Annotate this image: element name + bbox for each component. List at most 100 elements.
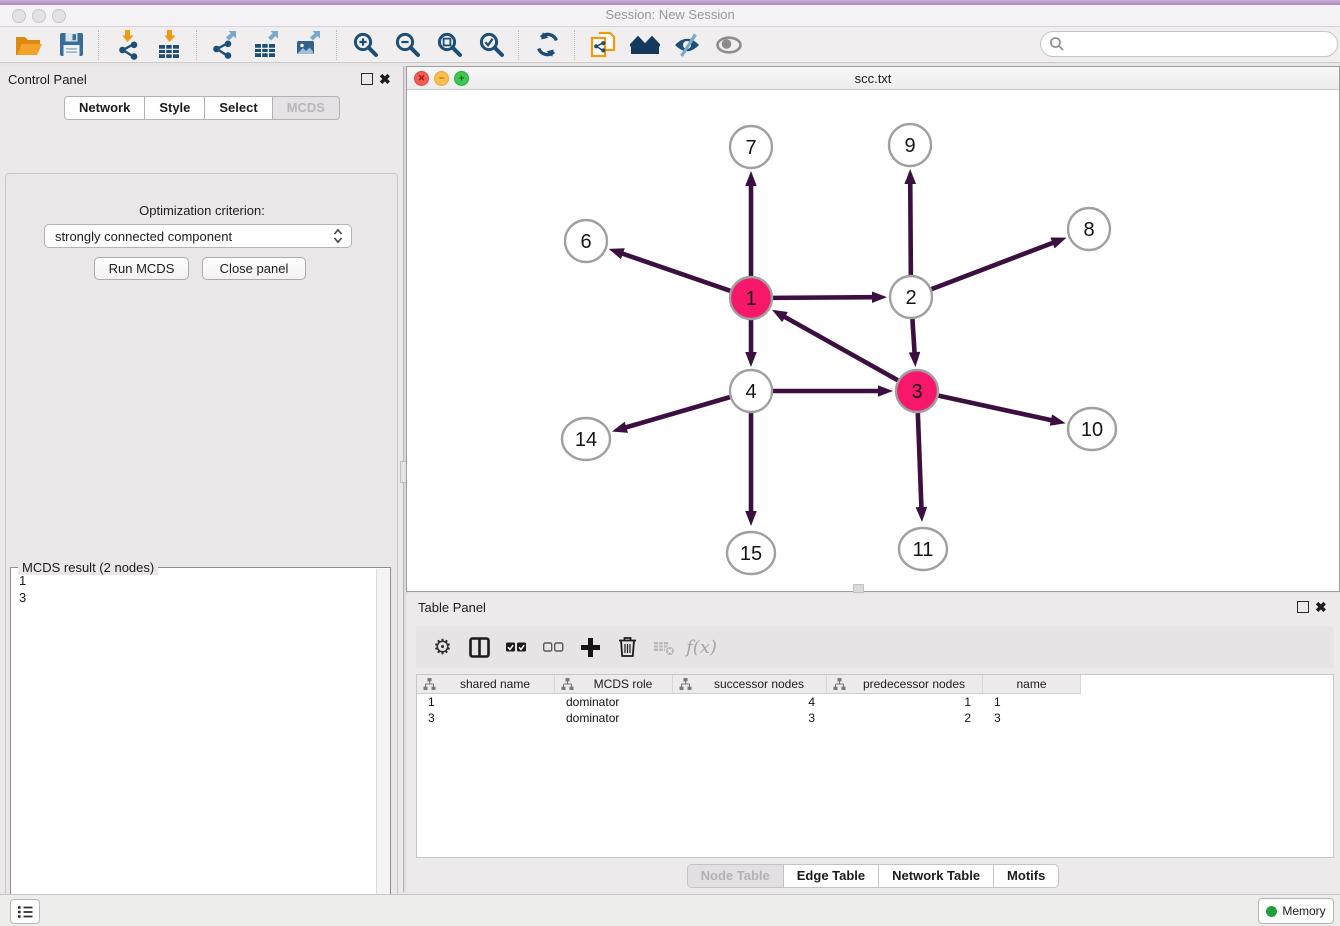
graph-node-7[interactable]: 7 xyxy=(730,126,772,168)
export-image-button[interactable] xyxy=(288,29,330,61)
zoom-fit-button[interactable] xyxy=(428,29,470,61)
zoom-in-button[interactable] xyxy=(344,29,386,61)
graph-node-11[interactable]: 11 xyxy=(899,528,947,570)
mcds-result-list[interactable]: 1 3 xyxy=(12,569,382,926)
graph-node-6[interactable]: 6 xyxy=(565,220,607,262)
task-history-button[interactable] xyxy=(10,899,40,924)
table-row[interactable]: 1dominator411 xyxy=(417,694,1333,710)
home-layout-button[interactable] xyxy=(624,29,666,61)
hide-details-button[interactable] xyxy=(666,29,708,61)
add-button[interactable] xyxy=(572,630,609,664)
criterion-dropdown[interactable]: strongly connected component xyxy=(44,224,352,248)
export-network-button[interactable] xyxy=(204,29,246,61)
graph-node-4[interactable]: 4 xyxy=(730,370,772,412)
edge-3-11[interactable] xyxy=(916,413,928,522)
birdseye-button[interactable] xyxy=(708,29,750,61)
toolbar-separator xyxy=(336,30,338,60)
cell-shared-name[interactable]: 3 xyxy=(417,710,555,726)
close-table-panel-icon[interactable]: ✖ xyxy=(1315,602,1327,612)
svg-text:1: 1 xyxy=(745,288,756,310)
edge-1-4[interactable] xyxy=(745,320,757,367)
function-button[interactable]: f(x) xyxy=(683,630,720,664)
edge-1-7[interactable] xyxy=(745,171,757,276)
edge-4-14[interactable] xyxy=(612,397,730,433)
tab-edge-table[interactable]: Edge Table xyxy=(784,864,879,888)
memory-button[interactable]: Memory xyxy=(1258,898,1334,924)
edge-3-1[interactable] xyxy=(772,310,898,381)
zoom-selected-button[interactable] xyxy=(470,29,512,61)
graph-node-15[interactable]: 15 xyxy=(727,532,775,574)
edge-1-6[interactable] xyxy=(609,248,731,291)
zoom-out-button[interactable] xyxy=(386,29,428,61)
select-all-button[interactable] xyxy=(498,630,535,664)
tab-network-table[interactable]: Network Table xyxy=(879,864,994,888)
tab-style[interactable]: Style xyxy=(145,96,205,120)
clone-network-button[interactable] xyxy=(582,29,624,61)
tab-motifs[interactable]: Motifs xyxy=(994,864,1059,888)
cell-successor-nodes[interactable]: 3 xyxy=(673,710,827,726)
tab-network[interactable]: Network xyxy=(64,96,145,120)
cell-name[interactable]: 3 xyxy=(983,710,1081,726)
tab-mcds[interactable]: MCDS xyxy=(273,96,340,120)
function-icon: f(x) xyxy=(686,637,717,658)
edge-1-2[interactable] xyxy=(773,291,887,303)
float-panel-icon[interactable] xyxy=(361,73,373,85)
cell-MCDS-role[interactable]: dominator xyxy=(555,694,673,710)
svg-text:2: 2 xyxy=(905,287,916,309)
cell-successor-nodes[interactable]: 4 xyxy=(673,694,827,710)
list-icon xyxy=(15,904,35,920)
run-mcds-button[interactable]: Run MCDS xyxy=(94,257,189,280)
edge-3-10[interactable] xyxy=(938,396,1065,426)
deselect-all-button[interactable] xyxy=(535,630,572,664)
table-panel-title: Table Panel xyxy=(418,600,486,615)
clone-network-icon xyxy=(589,31,617,59)
hide-details-icon xyxy=(673,31,701,59)
import-network-button[interactable] xyxy=(106,29,148,61)
save-button[interactable] xyxy=(50,29,92,61)
column-header-MCDS-role[interactable]: MCDS role xyxy=(555,675,673,694)
network-window-titlebar[interactable]: ✕ − + scc.txt xyxy=(407,67,1339,90)
graph-node-8[interactable]: 8 xyxy=(1068,208,1110,250)
edge-2-9[interactable] xyxy=(904,169,916,275)
refresh-button[interactable] xyxy=(526,29,568,61)
cell-predecessor-nodes[interactable]: 1 xyxy=(827,694,983,710)
delete-button[interactable] xyxy=(609,630,646,664)
tab-node-table[interactable]: Node Table xyxy=(687,864,784,888)
edge-2-3[interactable] xyxy=(909,319,921,367)
refresh-icon xyxy=(534,31,561,58)
column-header-successor-nodes[interactable]: successor nodes xyxy=(673,675,827,694)
cell-MCDS-role[interactable]: dominator xyxy=(555,710,673,726)
graph-node-14[interactable]: 14 xyxy=(562,418,610,460)
graph-node-10[interactable]: 10 xyxy=(1068,408,1116,450)
graph-node-3[interactable]: 3 xyxy=(896,370,938,412)
open-button[interactable] xyxy=(8,29,50,61)
svg-text:7: 7 xyxy=(745,137,756,159)
table-tabs: Node TableEdge TableNetwork TableMotifs xyxy=(406,864,1340,888)
columns-button[interactable] xyxy=(461,630,498,664)
graph-node-1[interactable]: 1 xyxy=(730,277,772,319)
delete-column-button[interactable] xyxy=(646,630,683,664)
network-resize-handle[interactable] xyxy=(853,584,864,593)
tab-select[interactable]: Select xyxy=(205,96,272,120)
float-table-panel-icon[interactable] xyxy=(1297,601,1309,613)
column-header-predecessor-nodes[interactable]: predecessor nodes xyxy=(827,675,983,694)
column-header-shared-name[interactable]: shared name xyxy=(417,675,555,694)
edge-2-8[interactable] xyxy=(932,237,1067,289)
export-table-button[interactable] xyxy=(246,29,288,61)
cell-name[interactable]: 1 xyxy=(983,694,1081,710)
network-graph-canvas[interactable]: 7 9 6 8 1 2 4 3 14 10 15 11 xyxy=(407,89,1339,591)
import-table-button[interactable] xyxy=(148,29,190,61)
column-header-name[interactable]: name xyxy=(983,675,1081,694)
edge-4-15[interactable] xyxy=(745,413,757,526)
close-panel-icon[interactable]: ✖ xyxy=(379,74,391,84)
result-scrollbar[interactable] xyxy=(376,569,390,926)
graph-node-9[interactable]: 9 xyxy=(889,124,931,166)
cell-shared-name[interactable]: 1 xyxy=(417,694,555,710)
graph-node-2[interactable]: 2 xyxy=(890,276,932,318)
table-row[interactable]: 3dominator323 xyxy=(417,710,1333,726)
settings-button[interactable]: ⚙ xyxy=(424,630,461,664)
close-panel-button[interactable]: Close panel xyxy=(202,257,306,280)
cell-predecessor-nodes[interactable]: 2 xyxy=(827,710,983,726)
search-input[interactable] xyxy=(1040,31,1338,57)
edge-4-3[interactable] xyxy=(773,385,893,397)
